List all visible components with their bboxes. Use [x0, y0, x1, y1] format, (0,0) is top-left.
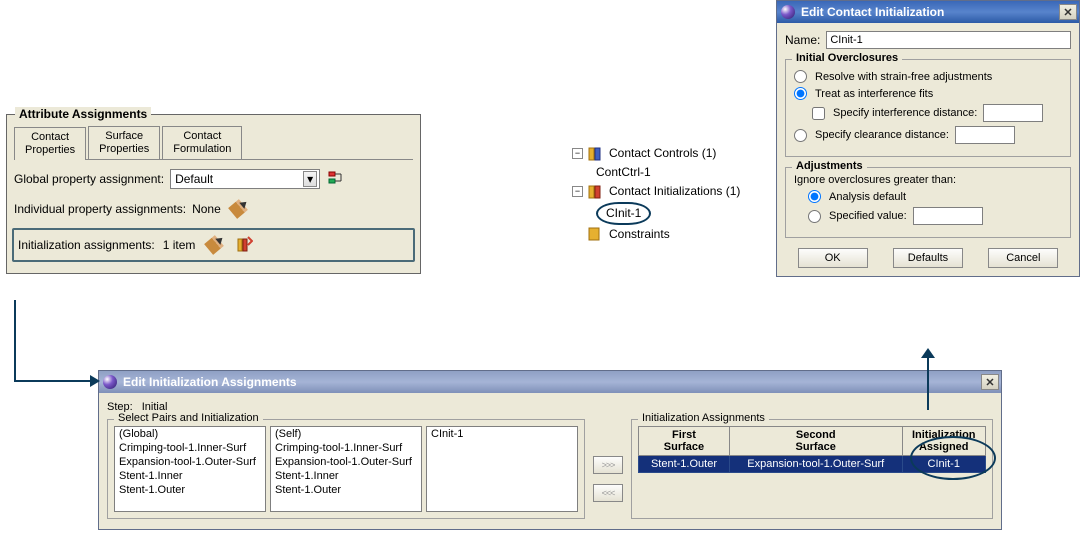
- initial-overclosures-group: Initial Overclosures Resolve with strain…: [785, 59, 1071, 157]
- tree-constraints[interactable]: Constraints: [609, 225, 670, 244]
- list-item[interactable]: Stent-1.Outer: [271, 483, 421, 497]
- edit-contact-initialization-dialog: Edit Contact Initialization ✕ Name: Init…: [776, 0, 1080, 277]
- individual-assignments-value: None: [192, 202, 221, 216]
- initialization-assignments-row: Initialization assignments: 1 item: [12, 228, 415, 262]
- annotation-arrow: [14, 300, 16, 380]
- tab-contact-formulation[interactable]: Contact Formulation: [162, 126, 242, 159]
- annotation-arrow: [927, 356, 929, 410]
- edit-init-assignments-dialog: Edit Initialization Assignments ✕ Step: …: [98, 370, 1002, 530]
- attribute-assignments-title: Attribute Assignments: [15, 107, 151, 121]
- table-row[interactable]: Stent-1.Outer Expansion-tool-1.Outer-Sur…: [639, 456, 986, 473]
- check-specify-interference[interactable]: Specify interference distance:: [812, 104, 1062, 122]
- list-item[interactable]: (Self): [271, 427, 421, 441]
- dialog-title: Edit Initialization Assignments: [123, 375, 297, 389]
- pencil-icon: [205, 236, 225, 256]
- tab-surface-properties[interactable]: Surface Properties: [88, 126, 160, 159]
- ok-button[interactable]: OK: [798, 248, 868, 268]
- interference-distance-input[interactable]: [983, 104, 1043, 122]
- collapse-icon[interactable]: −: [572, 148, 583, 159]
- contact-controls-icon: [587, 146, 605, 162]
- adjustments-group: Adjustments Ignore overclosures greater …: [785, 167, 1071, 238]
- list-item[interactable]: Crimping-tool-1.Inner-Surf: [115, 441, 265, 455]
- initialization-list[interactable]: CInit-1: [426, 426, 578, 512]
- radio-resolve-input[interactable]: [794, 70, 807, 83]
- tree-cinit-1[interactable]: CInit-1: [596, 202, 651, 225]
- second-surface-list[interactable]: (Self) Crimping-tool-1.Inner-Surf Expans…: [270, 426, 422, 512]
- col-first-surface: First Surface: [639, 427, 730, 456]
- radio-analysis-default[interactable]: Analysis default: [808, 190, 1062, 203]
- clearance-distance-input[interactable]: [955, 126, 1015, 144]
- assignments-legend: Initialization Assignments: [638, 412, 769, 424]
- col-second-surface: Second Surface: [729, 427, 902, 456]
- initialization-assignments-panel: Initialization Assignments First Surface…: [631, 419, 993, 519]
- dialog-titlebar: Edit Contact Initialization ✕: [777, 1, 1079, 23]
- close-button[interactable]: ✕: [1059, 4, 1077, 20]
- global-assignment-label: Global property assignment:: [14, 172, 164, 186]
- arrow-head-icon: [90, 375, 100, 387]
- defaults-button[interactable]: Defaults: [893, 248, 963, 268]
- dialog-title: Edit Contact Initialization: [801, 5, 944, 19]
- specified-value-input[interactable]: [913, 207, 983, 225]
- list-item[interactable]: (Global): [115, 427, 265, 441]
- dropdown-arrow-icon: ▾: [303, 171, 317, 187]
- select-pairs-panel: Select Pairs and Initialization (Global)…: [107, 419, 585, 519]
- name-input[interactable]: [826, 31, 1071, 49]
- init-assignments-label: Initialization assignments:: [18, 238, 155, 252]
- cancel-button[interactable]: Cancel: [988, 248, 1058, 268]
- init-assignments-value: 1 item: [163, 238, 196, 252]
- adjustments-legend: Adjustments: [792, 160, 867, 172]
- radio-clearance-distance[interactable]: Specify clearance distance:: [794, 126, 1062, 144]
- adjustments-label: Ignore overclosures greater than:: [794, 174, 1062, 186]
- overclosures-legend: Initial Overclosures: [792, 52, 902, 64]
- add-assignment-button[interactable]: >>>: [593, 456, 623, 474]
- edit-global-icon[interactable]: [326, 168, 348, 190]
- edit-individual-icon[interactable]: [227, 198, 249, 220]
- remove-assignment-button[interactable]: <<<: [593, 484, 623, 502]
- list-item[interactable]: Expansion-tool-1.Outer-Surf: [271, 455, 421, 469]
- select-pairs-legend: Select Pairs and Initialization: [114, 412, 263, 424]
- check-interference-input[interactable]: [812, 107, 825, 120]
- list-item[interactable]: Stent-1.Inner: [115, 469, 265, 483]
- assignments-table: First Surface Second Surface Initializat…: [638, 426, 986, 473]
- collapse-icon[interactable]: −: [572, 186, 583, 197]
- tab-contact-properties[interactable]: Contact Properties: [14, 127, 86, 160]
- list-item[interactable]: Crimping-tool-1.Inner-Surf: [271, 441, 421, 455]
- list-item[interactable]: Stent-1.Outer: [115, 483, 265, 497]
- transfer-buttons: >>> <<<: [593, 419, 623, 519]
- individual-assignments-label: Individual property assignments:: [14, 202, 186, 216]
- radio-resolve-strain-free[interactable]: Resolve with strain-free adjustments: [794, 70, 1062, 83]
- app-icon: [103, 375, 117, 389]
- model-tree: − Contact Controls (1) ContCtrl-1 − Cont…: [572, 144, 740, 244]
- col-init-assigned: Initialization Assigned: [902, 427, 986, 456]
- global-assignment-select[interactable]: Default ▾: [170, 169, 320, 189]
- name-label: Name:: [785, 33, 820, 47]
- first-surface-list[interactable]: (Global) Crimping-tool-1.Inner-Surf Expa…: [114, 426, 266, 512]
- list-item[interactable]: Expansion-tool-1.Outer-Surf: [115, 455, 265, 469]
- radio-clearance-input[interactable]: [794, 129, 807, 142]
- attribute-assignments-panel: Attribute Assignments Contact Properties…: [6, 114, 421, 274]
- radio-interference-input[interactable]: [794, 87, 807, 100]
- annotation-arrow: [14, 380, 90, 382]
- radio-specified-value[interactable]: Specified value:: [808, 207, 1062, 225]
- constraints-icon: [587, 226, 605, 242]
- contact-inits-icon: [587, 184, 605, 200]
- radio-analysis-input[interactable]: [808, 190, 821, 203]
- radio-interference-fits[interactable]: Treat as interference fits: [794, 87, 1062, 100]
- list-item[interactable]: Stent-1.Inner: [271, 469, 421, 483]
- tree-contact-initializations[interactable]: Contact Initializations (1): [609, 182, 740, 201]
- radio-specified-input[interactable]: [808, 210, 821, 223]
- app-icon: [781, 5, 795, 19]
- arrow-head-icon: [921, 348, 935, 358]
- init-tool-icon[interactable]: [233, 234, 255, 256]
- global-assignment-value: Default: [175, 172, 213, 186]
- list-item[interactable]: CInit-1: [427, 427, 577, 441]
- tree-contact-controls[interactable]: Contact Controls (1): [609, 144, 716, 163]
- tree-contctrl-1[interactable]: ContCtrl-1: [596, 163, 651, 182]
- attr-tabs: Contact Properties Surface Properties Co…: [14, 126, 413, 160]
- dialog-titlebar: Edit Initialization Assignments ✕: [99, 371, 1001, 393]
- pencil-icon: [228, 200, 248, 220]
- close-button[interactable]: ✕: [981, 374, 999, 390]
- edit-init-icon[interactable]: [203, 234, 225, 256]
